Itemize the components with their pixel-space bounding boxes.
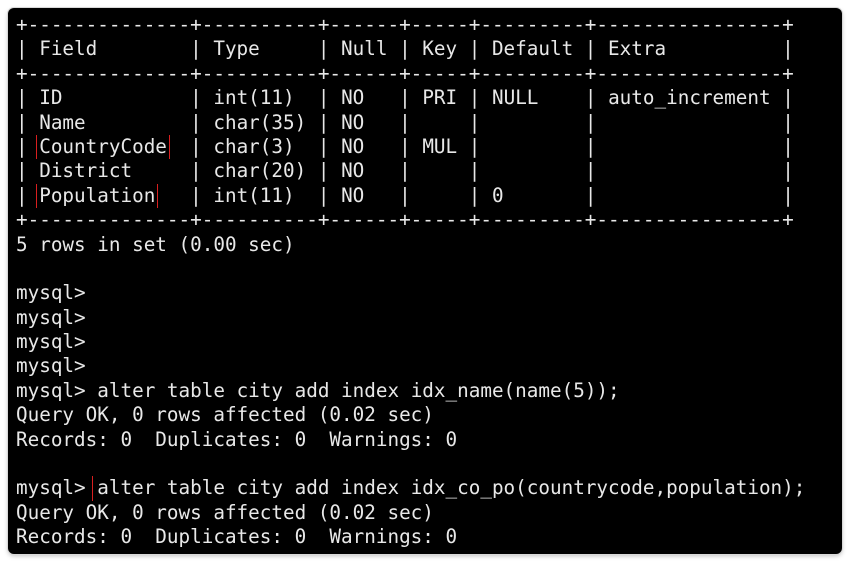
cell-default [492,135,573,158]
cell-key [422,159,457,182]
records-result: Records: 0 Duplicates: 0 Warnings: 0 [16,525,458,549]
cell-type: char(35) [213,110,307,134]
cell-null: NO [341,86,388,110]
query-result: Query OK, 0 rows affected (0.02 sec) [16,500,434,524]
cell-default: NULL [491,86,574,110]
prompt-label: mysql> [16,378,98,402]
highlighted-field: Population [36,183,159,209]
table-border-mid: +--------------+----------+------+-----+… [16,61,794,85]
cell-key [422,111,457,134]
highlighted-command-text: alter table city add index idx_co_po(cou… [92,476,806,501]
cell-type: int(11) [213,183,307,207]
prompt-label: mysql> [16,476,98,500]
cell-default: 0 [491,183,574,207]
cell-field: District [39,159,179,183]
cell-null: NO [341,110,388,134]
records-result: Records: 0 Duplicates: 0 Warnings: 0 [16,427,458,451]
terminal-output: +--------------+----------+------+-----+… [16,13,806,550]
cell-key: MUL [422,134,458,158]
cell-key [422,184,457,207]
rows-summary: 5 rows in set (0.00 sec) [16,232,295,256]
cell-field: CountryCode [36,134,170,160]
empty-prompt: mysql> [16,305,86,329]
cell-extra [608,159,771,182]
command-line-1: mysql> alter table city add index idx_na… [16,379,805,403]
query-result: Query OK, 0 rows affected (0.02 sec) [16,403,434,427]
cell-field: Population [36,183,159,209]
cell-field: ID [39,86,179,110]
cell-extra [608,184,771,207]
table-row: | Population | int(11) | NO | | 0 | | [16,183,794,209]
table-row: | ID | int(11) | NO | PRI | NULL | auto_… [16,86,794,110]
empty-prompt: mysql> [16,330,86,354]
cell-key: PRI [422,86,458,110]
command-text: alter table city add index idx_name(name… [97,378,620,402]
cell-type: int(11) [213,86,307,110]
table-border-top: +--------------+----------+------+-----+… [16,13,794,36]
command-line-2: mysql> alter table city add index idx_co… [16,476,806,501]
cell-extra: auto_increment [608,86,771,110]
highlighted-field: CountryCode [36,134,170,160]
cell-extra [608,111,771,134]
empty-prompt: mysql> [16,281,86,305]
cell-null: NO [341,183,388,207]
table-row: | CountryCode | char(3) | NO | MUL | | | [16,134,794,160]
cell-default [492,159,573,182]
cell-null: NO [341,159,388,183]
terminal-window: +--------------+----------+------+-----+… [8,8,842,554]
table-row: | Name | char(35) | NO | | | | [16,110,794,134]
table-row: | District | char(20) | NO | | | | [16,159,794,183]
cell-type: char(3) [213,134,307,158]
cell-null: NO [341,134,388,158]
table-header: | Field | Type | Null | Key | Default | … [16,37,794,61]
empty-prompt: mysql> [16,354,86,378]
cell-extra [608,135,771,158]
cell-type: char(20) [213,159,307,183]
cell-default [492,111,573,134]
cell-field: Name [39,110,179,134]
table-border-bottom: +--------------+----------+------+-----+… [16,208,794,232]
